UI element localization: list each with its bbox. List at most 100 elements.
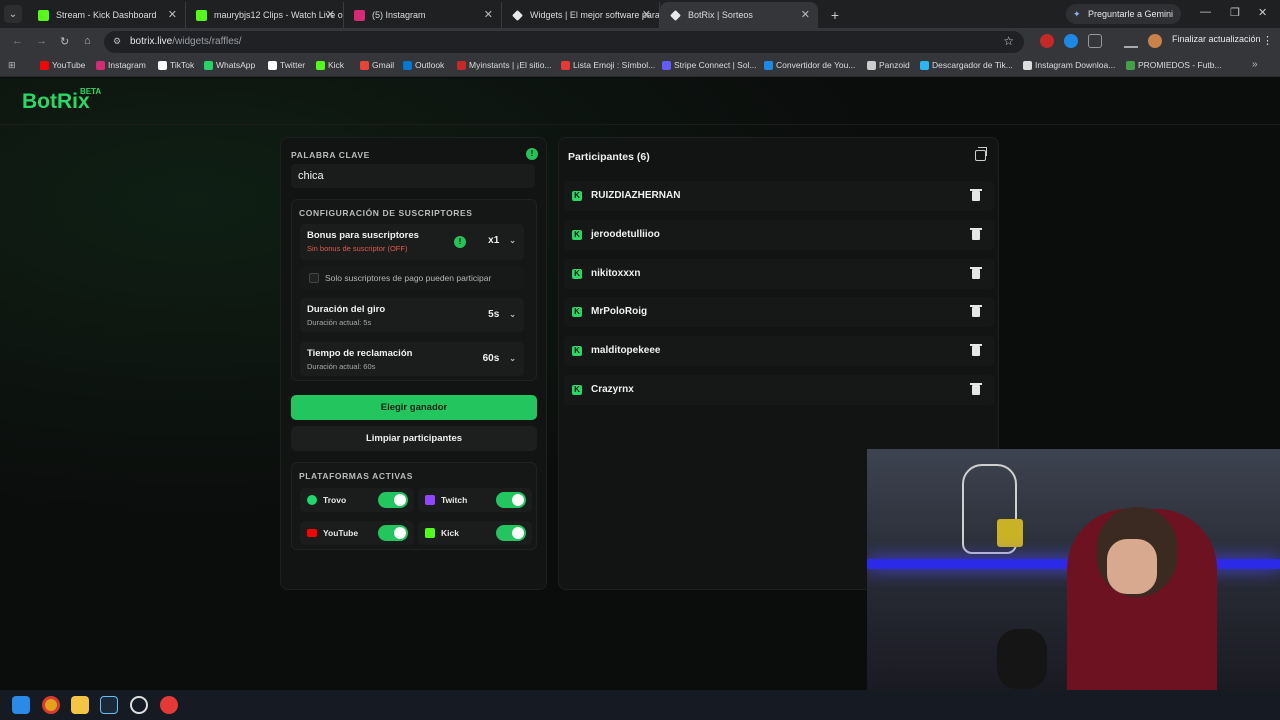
spin-select[interactable]: 5s ⌄	[488, 309, 516, 320]
close-icon[interactable]: ✕	[326, 2, 335, 28]
address-bar[interactable]: ⚙ botrix.live/widgets/raffles/ ☆	[104, 31, 1024, 53]
microphone	[997, 629, 1047, 689]
bookmark-item[interactable]: Descargador de Tik...	[920, 60, 1013, 70]
kick-icon: K	[572, 307, 582, 318]
info-icon[interactable]: !	[454, 236, 466, 248]
file-explorer-icon[interactable]	[71, 696, 89, 714]
participant-row: Knikitoxxxn	[564, 258, 994, 289]
app-icon[interactable]	[130, 696, 148, 714]
restore-icon[interactable]: ❐	[1230, 6, 1240, 19]
tab-kick-clips[interactable]: maurybjs12 Clips - Watch Live on Kick ✕	[186, 2, 344, 28]
close-icon[interactable]: ✕	[484, 2, 493, 28]
trash-icon[interactable]	[970, 383, 982, 395]
subscriber-bonus-row: Bonus para suscriptores Sin bonus de sus…	[300, 224, 524, 260]
bookmark-item[interactable]: Instagram Downloa...	[1023, 60, 1115, 70]
bookmark-favicon-icon	[316, 61, 325, 70]
platform-twitch: Twitch	[418, 488, 532, 512]
bookmark-item[interactable]: PROMIEDOS - Futb...	[1126, 60, 1222, 70]
platform-youtube: YouTube	[300, 521, 414, 545]
new-tab-button[interactable]: +	[824, 4, 846, 26]
bookmark-favicon-icon	[96, 61, 105, 70]
forward-icon[interactable]: →	[36, 35, 47, 47]
reload-icon[interactable]: ↻	[60, 35, 69, 48]
bookmark-item[interactable]: Lista Emoji : Símbol...	[561, 60, 655, 70]
avatar[interactable]	[1148, 34, 1162, 48]
reading-list-icon[interactable]	[1124, 34, 1138, 48]
tab-botrix-sorteos[interactable]: BotRix | Sorteos ✕	[660, 2, 818, 28]
kick-toggle[interactable]	[496, 525, 526, 541]
trash-icon[interactable]	[970, 266, 982, 279]
bonus-select[interactable]: x1 ⌄	[488, 235, 516, 246]
bookmark-item[interactable]: TikTok	[158, 60, 194, 70]
participant-name: MrPoloRoig	[591, 306, 648, 318]
bookmark-star-icon[interactable]: ☆	[1003, 34, 1014, 48]
close-icon[interactable]: ✕	[642, 2, 651, 28]
bookmark-favicon-icon	[920, 61, 929, 70]
site-header: BotRix BETA	[0, 78, 1280, 125]
bookmark-item[interactable]: WhatsApp	[204, 60, 255, 70]
extension-icon[interactable]	[1064, 34, 1078, 48]
claim-select[interactable]: 60s ⌄	[483, 353, 516, 364]
paid-only-row[interactable]: Solo suscriptores de pago pueden partici…	[300, 266, 524, 290]
participant-name: Crazyrnx	[591, 384, 634, 395]
bookmark-label: Gmail	[372, 60, 395, 70]
keyword-input[interactable]: chica	[291, 164, 535, 188]
trash-icon[interactable]	[970, 189, 982, 201]
info-icon[interactable]: !	[526, 148, 538, 160]
bookmark-label: Twitter	[280, 60, 306, 70]
windows-start-icon[interactable]	[12, 696, 30, 714]
tab-label: (5) Instagram	[372, 10, 426, 20]
bookmark-item[interactable]: Stripe Connect | Sol...	[662, 60, 757, 70]
tab-search-button[interactable]: ⌄	[4, 5, 22, 23]
media-app-icon[interactable]	[160, 696, 178, 714]
clear-participants-button[interactable]: Limpiar participantes	[291, 426, 537, 451]
bookmark-item[interactable]: YouTube	[40, 60, 85, 70]
bookmark-favicon-icon	[1023, 61, 1032, 70]
kick-icon: K	[572, 229, 582, 240]
kick-icon: K	[572, 385, 582, 395]
site-info-icon[interactable]: ⚙	[113, 36, 121, 47]
gemini-button[interactable]: ✦ Preguntarle a Gemini	[1066, 4, 1182, 24]
bookmark-item[interactable]: Outlook	[403, 60, 444, 70]
more-bookmarks-icon[interactable]: »	[1252, 59, 1258, 70]
youtube-toggle[interactable]	[378, 525, 408, 541]
trash-icon[interactable]	[970, 227, 982, 240]
kick-icon: K	[572, 268, 582, 279]
extension-icon[interactable]	[1040, 34, 1054, 48]
back-icon[interactable]: ←	[12, 35, 23, 47]
participants-title: Participantes (6)	[568, 151, 650, 163]
copy-icon[interactable]	[975, 147, 987, 161]
close-icon[interactable]: ✕	[801, 2, 810, 28]
close-window-icon[interactable]: ✕	[1258, 6, 1267, 19]
spin-title: Duración del giro	[307, 304, 386, 315]
bookmark-item[interactable]: Kick	[316, 60, 344, 70]
steam-icon[interactable]	[100, 696, 118, 714]
home-icon[interactable]: ⌂	[84, 35, 91, 47]
bookmark-item[interactable]: Panzoid	[867, 60, 910, 70]
chevron-down-icon: ⌄	[509, 310, 516, 319]
bookmark-item[interactable]: Gmail	[360, 60, 394, 70]
extensions-puzzle-icon[interactable]	[1088, 34, 1102, 48]
twitch-toggle[interactable]	[496, 492, 526, 508]
pick-winner-button[interactable]: Elegir ganador	[291, 395, 537, 420]
trash-icon[interactable]	[970, 305, 982, 318]
paid-only-checkbox[interactable]	[309, 273, 319, 283]
bookmark-item[interactable]: Convertidor de You...	[764, 60, 855, 70]
tab-widgets[interactable]: Widgets | El mejor software para ✕	[502, 2, 660, 28]
trash-icon[interactable]	[970, 344, 982, 357]
chrome-icon[interactable]	[42, 696, 60, 714]
minimize-icon[interactable]: —	[1200, 6, 1211, 18]
tab-kick-dashboard[interactable]: Stream - Kick Dashboard ✕	[28, 2, 186, 28]
trovo-toggle[interactable]	[378, 492, 408, 508]
bookmark-item[interactable]: Myinstants | ¡El sitio...	[457, 60, 552, 70]
menu-icon[interactable]: ⋮	[1262, 34, 1273, 47]
tab-instagram[interactable]: (5) Instagram ✕	[344, 2, 502, 28]
spin-value: 5s	[488, 309, 500, 320]
bookmark-label: WhatsApp	[216, 60, 256, 70]
bookmark-item[interactable]: Instagram	[96, 60, 146, 70]
close-icon[interactable]: ✕	[168, 2, 177, 28]
participant-row: K RUIZDIAZHERNAN	[564, 181, 994, 211]
bookmark-item[interactable]: Twitter	[268, 60, 305, 70]
apps-grid-icon[interactable]: ⊞	[8, 60, 16, 71]
update-button[interactable]: Finalizar actualización	[1172, 34, 1261, 44]
